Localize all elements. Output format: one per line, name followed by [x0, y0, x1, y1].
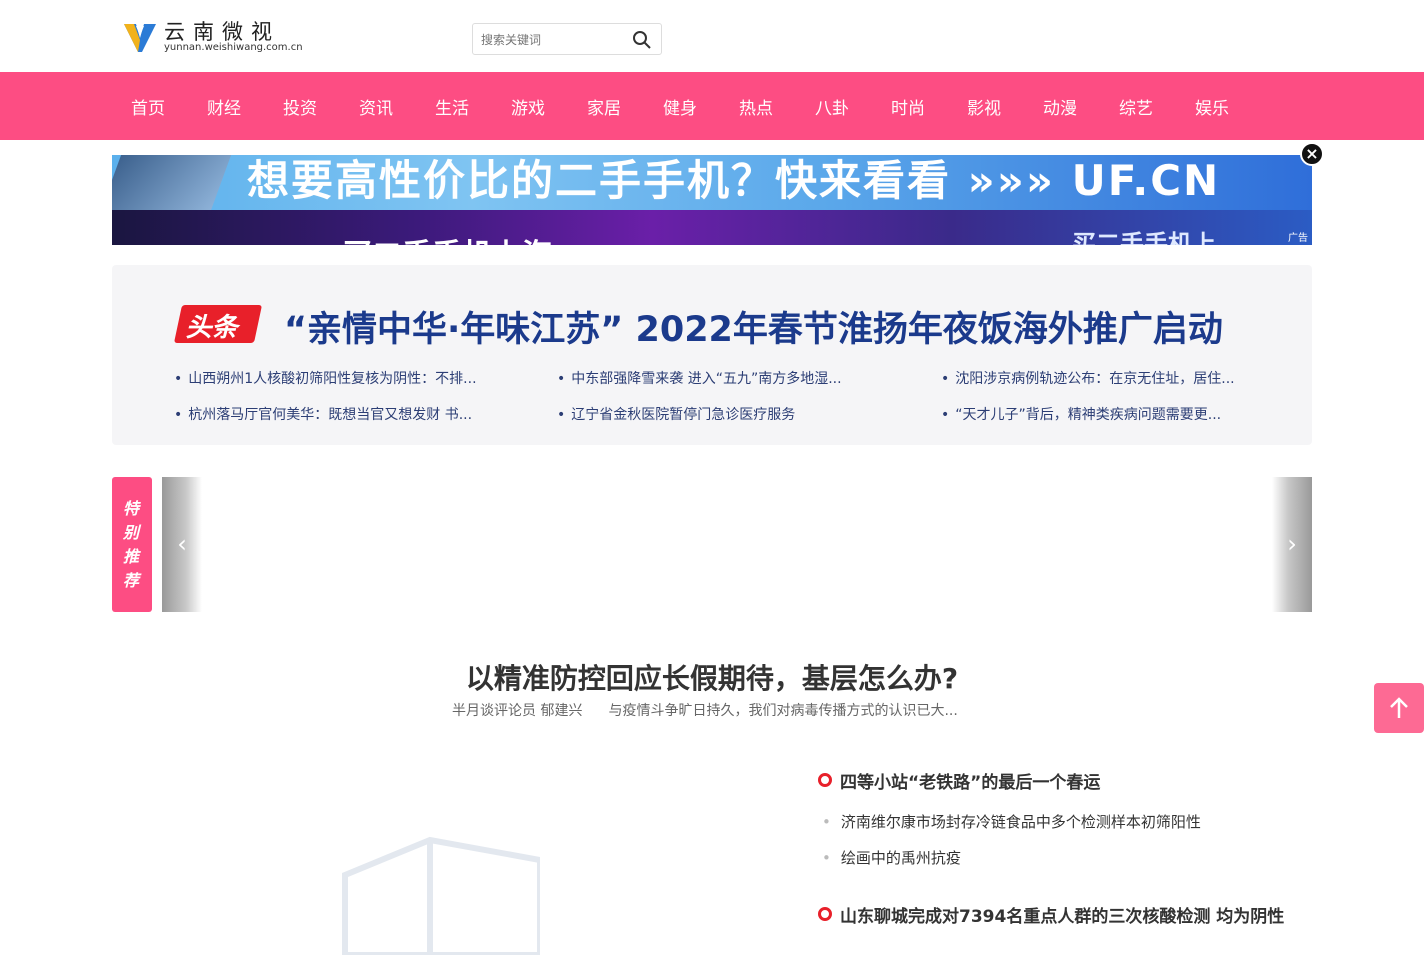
- special-recommend-label: 特别推荐: [123, 499, 140, 590]
- search-box: [472, 23, 662, 55]
- nav-item-fitness[interactable]: 健身: [663, 94, 697, 119]
- close-icon[interactable]: ×: [1300, 142, 1324, 166]
- nav-item-hot[interactable]: 热点: [739, 94, 773, 119]
- feature-meta: 半月谈评论员 郁建兴 与疫情斗争旷日持久，我们对病毒传播方式的认识已大...: [452, 700, 958, 720]
- ad-banner[interactable]: 想要高性价比的二手手机？快来看看 »»» UF.CN 买二手手机上海 买二手手机…: [112, 155, 1312, 245]
- feature-title[interactable]: 以精准防控回应长假期待，基层怎么办?: [0, 657, 1424, 697]
- arrow-up-icon: [1390, 697, 1408, 718]
- nav-item-life[interactable]: 生活: [435, 94, 469, 119]
- news-link[interactable]: 沈阳涉京病例轨迹公布：在京无住址，居住...: [941, 368, 1234, 388]
- side-headline[interactable]: 四等小站“老铁路”的最后一个春运: [818, 768, 1100, 793]
- ad-strip-text: 买二手手机上海: [342, 230, 552, 245]
- logo-icon: [124, 24, 156, 52]
- nav-item-invest[interactable]: 投资: [283, 94, 317, 119]
- feature-summary: 与疫情斗争旷日持久，我们对病毒传播方式的认识已大...: [608, 703, 958, 719]
- site-logo[interactable]: 云南微视 yunnan.weishiwang.com.cn: [122, 16, 303, 56]
- search-input[interactable]: [481, 30, 621, 50]
- nav-item-games[interactable]: 游戏: [511, 94, 545, 119]
- nav-item-home[interactable]: 首页: [131, 94, 165, 119]
- headline-title[interactable]: “亲情中华·年味江苏” 2022年春节淮扬年夜饭海外推广启动: [284, 301, 1223, 352]
- nav-item-news[interactable]: 资讯: [359, 94, 393, 119]
- nav-item-gossip[interactable]: 八卦: [815, 94, 849, 119]
- nav-item-entertainment[interactable]: 娱乐: [1195, 94, 1229, 119]
- main-nav: 首页 财经 投资 资讯 生活 游戏 家居 健身 热点 八卦 时尚 影视 动漫 综…: [0, 72, 1424, 140]
- news-link[interactable]: 辽宁省金秋医院暂停门急诊医疗服务: [557, 404, 795, 424]
- back-to-top-button[interactable]: [1374, 683, 1424, 733]
- headline-badge-label: 头条: [185, 313, 238, 343]
- logo-url: yunnan.weishiwang.com.cn: [164, 42, 303, 53]
- search-icon[interactable]: [631, 29, 653, 51]
- side-link[interactable]: 济南维尔康市场封存冷链食品中多个检测样本初筛阳性: [822, 811, 1201, 832]
- carousel-next-button[interactable]: ›: [1272, 477, 1312, 612]
- news-link[interactable]: 山西朔州1人核酸初筛阳性复核为阴性：不排...: [174, 368, 476, 388]
- feature-author: 半月谈评论员 郁建兴: [452, 703, 583, 719]
- news-link[interactable]: 杭州落马厅官何美华：既想当官又想发财 书...: [174, 404, 472, 424]
- special-recommend-tag: 特别推荐: [112, 477, 152, 612]
- ad-slogan: 想要高性价比的二手手机？快来看看 »»» UF.CN: [247, 156, 1221, 205]
- news-link[interactable]: 中东部强降雪来袭 进入“五九”南方多地湿...: [557, 368, 841, 388]
- image-placeholder-icon: [342, 836, 540, 955]
- nav-item-film[interactable]: 影视: [967, 94, 1001, 119]
- ad-banner-top: 想要高性价比的二手手机？快来看看 »»» UF.CN: [112, 155, 1312, 215]
- ad-banner-bottom: 买二手手机上海 买二手手机上 广告: [112, 210, 1312, 245]
- side-link[interactable]: 绘画中的禹州抗疫: [822, 847, 961, 868]
- carousel-prev-button[interactable]: ‹: [162, 477, 202, 612]
- ad-tag: 广告: [1288, 233, 1308, 244]
- phone-image: [112, 155, 235, 215]
- nav-item-fashion[interactable]: 时尚: [891, 94, 925, 119]
- nav-item-variety[interactable]: 综艺: [1119, 94, 1153, 119]
- site-header: 云南微视 yunnan.weishiwang.com.cn: [0, 0, 1424, 72]
- headline-section: 头条 “亲情中华·年味江苏” 2022年春节淮扬年夜饭海外推广启动 山西朔州1人…: [112, 265, 1312, 445]
- nav-item-anime[interactable]: 动漫: [1043, 94, 1077, 119]
- ad-strip-text-2: 买二手手机上: [1072, 230, 1216, 245]
- side-headline[interactable]: 山东聊城完成对7394名重点人群的三次核酸检测 均为阴性: [818, 902, 1284, 927]
- nav-item-home-living[interactable]: 家居: [587, 94, 621, 119]
- news-link[interactable]: “天才儿子”背后，精神类疾病问题需要更...: [941, 404, 1221, 424]
- nav-item-finance[interactable]: 财经: [207, 94, 241, 119]
- headline-badge: 头条: [173, 305, 263, 343]
